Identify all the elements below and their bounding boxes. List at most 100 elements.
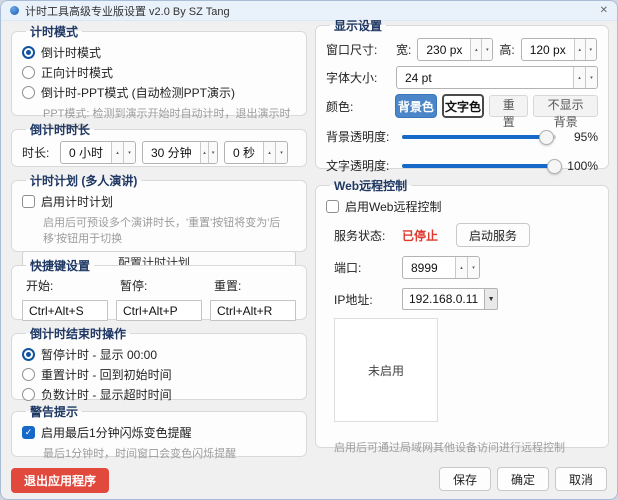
radio-icon (22, 368, 35, 381)
radio-icon (22, 348, 35, 361)
hotkey-pause-label: 暂停: (116, 277, 202, 294)
spin-down-icon[interactable]: ▾ (481, 39, 492, 60)
enable-web-remote-checkbox[interactable]: 启用Web远程控制 (326, 198, 598, 215)
radio-label: 倒计时-PPT模式 (自动检测PPT演示) (41, 84, 235, 101)
ok-button[interactable]: 确定 (497, 467, 549, 491)
radio-label: 暂停计时 - 显示 00:00 (41, 346, 157, 363)
bg-opacity-slider[interactable] (402, 135, 556, 139)
radio-reset-at-end[interactable]: 重置计时 - 回到初始时间 (22, 366, 296, 383)
minutes-stepper[interactable]: 30 分钟 ▴ ▾ (142, 141, 218, 164)
spin-down-icon[interactable]: ▾ (467, 257, 479, 278)
hours-stepper[interactable]: 0 小时 ▴ ▾ (60, 141, 136, 164)
window-height-stepper[interactable]: 120 px ▴ ▾ (521, 38, 597, 61)
group-hotkeys: 快捷键设置 开始: 暂停: 重置: (11, 257, 307, 320)
spin-up-icon[interactable]: ▴ (111, 142, 123, 163)
spin-down-icon[interactable]: ▾ (585, 39, 596, 60)
footer-buttons: 保存 确定 取消 (439, 467, 607, 491)
radio-label: 正向计时模式 (41, 64, 113, 81)
spin-down-icon[interactable]: ▾ (275, 142, 287, 163)
group-title: 倒计时时长 (26, 121, 94, 138)
minutes-value: 30 分钟 (143, 144, 200, 161)
window-size-label: 窗口尺寸: (326, 41, 390, 58)
group-title: 倒计时结束时操作 (26, 325, 130, 342)
spin-up-icon[interactable]: ▴ (200, 142, 209, 163)
enable-flash-warning-checkbox[interactable]: ✓ 启用最后1分钟闪烁变色提醒 (22, 424, 296, 441)
group-countdown-duration: 倒计时时长 时长: 0 小时 ▴ ▾ 30 分钟 ▴ ▾ 0 秒 ▴ ▾ (11, 121, 307, 167)
spin-up-icon[interactable]: ▴ (470, 39, 481, 60)
group-display-settings: 显示设置 窗口尺寸: 宽: 230 px ▴ ▾ 高: 120 px ▴ ▾ 字… (315, 17, 609, 169)
start-service-button[interactable]: 启动服务 (456, 223, 530, 247)
hotkey-reset-label: 重置: (210, 277, 296, 294)
port-value: 8999 (403, 261, 455, 275)
text-color-button[interactable]: 文字色 (442, 94, 484, 118)
checkbox-icon: ✓ (22, 426, 35, 439)
font-size-stepper[interactable]: 24 pt ▴ ▾ (396, 66, 598, 89)
group-timing-mode: 计时模式 倒计时模式 正向计时模式 倒计时-PPT模式 (自动检测PPT演示) … (11, 23, 307, 116)
text-opacity-slider[interactable] (402, 164, 556, 168)
checkbox-label: 启用Web远程控制 (345, 198, 441, 215)
web-remote-hint: 启用后可通过局域网其他设备访问进行远程控制 (334, 439, 598, 455)
radio-negative-at-end[interactable]: 负数计时 - 显示超时时间 (22, 386, 296, 403)
reset-color-button[interactable]: 重置 (489, 95, 528, 117)
app-icon (10, 6, 19, 15)
service-status-label: 服务状态: (334, 227, 396, 244)
group-title: 警告提示 (26, 403, 82, 420)
radio-icon (22, 46, 35, 59)
spin-down-icon[interactable]: ▾ (585, 67, 597, 88)
radio-icon (22, 66, 35, 79)
group-warning: 警告提示 ✓ 启用最后1分钟闪烁变色提醒 最后1分钟时，时间窗口会变色闪烁提醒 (11, 403, 307, 457)
group-timing-plan: 计时计划 (多人演讲) 启用计时计划 启用后可预设多个演讲时长，'重置'按钮将变… (11, 172, 307, 252)
no-background-button[interactable]: 不显示背景 (533, 95, 598, 117)
width-label: 宽: (396, 41, 411, 58)
radio-label: 重置计时 - 回到初始时间 (41, 366, 172, 383)
window-width-stepper[interactable]: 230 px ▴ ▾ (417, 38, 493, 61)
close-icon[interactable]: ✕ (600, 6, 608, 16)
hotkey-start-input[interactable] (22, 300, 108, 321)
font-size-label: 字体大小: (326, 69, 390, 86)
bg-opacity-value: 95% (562, 130, 598, 144)
group-title: 计时模式 (26, 23, 82, 40)
qr-code-placeholder: 未启用 (334, 318, 438, 422)
cancel-button[interactable]: 取消 (555, 467, 607, 491)
font-size-value: 24 pt (397, 71, 573, 85)
spin-down-icon[interactable]: ▾ (123, 142, 135, 163)
radio-label: 负数计时 - 显示超时时间 (41, 386, 172, 403)
group-title: 计时计划 (多人演讲) (26, 172, 141, 189)
port-stepper[interactable]: 8999 ▴ ▾ (402, 256, 480, 279)
seconds-stepper[interactable]: 0 秒 ▴ ▾ (224, 141, 288, 164)
window-title: 计时工具高级专业版设置 v2.0 By SZ Tang (25, 3, 230, 19)
spin-up-icon[interactable]: ▴ (573, 67, 585, 88)
chevron-down-icon[interactable]: ▼ (484, 289, 497, 309)
hotkey-reset-input[interactable] (210, 300, 296, 321)
width-value: 230 px (418, 43, 470, 57)
spin-down-icon[interactable]: ▾ (208, 142, 217, 163)
hotkey-pause-input[interactable] (116, 300, 202, 321)
enable-timing-plan-checkbox[interactable]: 启用计时计划 (22, 193, 296, 210)
height-value: 120 px (522, 43, 574, 57)
hours-value: 0 小时 (61, 144, 111, 161)
checkbox-label: 启用计时计划 (41, 193, 113, 210)
ip-address-value: 192.168.0.11 (403, 292, 484, 306)
radio-icon (22, 388, 35, 401)
ip-address-select[interactable]: 192.168.0.11 ▼ (402, 288, 498, 310)
checkbox-icon (326, 200, 339, 213)
background-color-button[interactable]: 背景色 (395, 94, 437, 118)
save-button[interactable]: 保存 (439, 467, 491, 491)
port-label: 端口: (334, 259, 396, 276)
bg-opacity-label: 背景透明度: (326, 128, 396, 145)
radio-countdown-mode[interactable]: 倒计时模式 (22, 44, 296, 61)
radio-pause-at-end[interactable]: 暂停计时 - 显示 00:00 (22, 346, 296, 363)
spin-up-icon[interactable]: ▴ (455, 257, 467, 278)
spin-up-icon[interactable]: ▴ (574, 39, 585, 60)
settings-window: 计时工具高级专业版设置 v2.0 By SZ Tang ✕ 计时模式 倒计时模式… (0, 0, 618, 500)
color-label: 颜色: (326, 98, 390, 115)
exit-app-button[interactable]: 退出应用程序 (11, 468, 109, 493)
group-title: 显示设置 (330, 17, 386, 34)
ip-address-label: IP地址: (334, 291, 396, 308)
spin-up-icon[interactable]: ▴ (263, 142, 275, 163)
qr-placeholder-text: 未启用 (368, 362, 404, 379)
radio-forward-mode[interactable]: 正向计时模式 (22, 64, 296, 81)
slider-fill (402, 164, 556, 168)
radio-ppt-mode[interactable]: 倒计时-PPT模式 (自动检测PPT演示) (22, 84, 296, 101)
radio-icon (22, 86, 35, 99)
